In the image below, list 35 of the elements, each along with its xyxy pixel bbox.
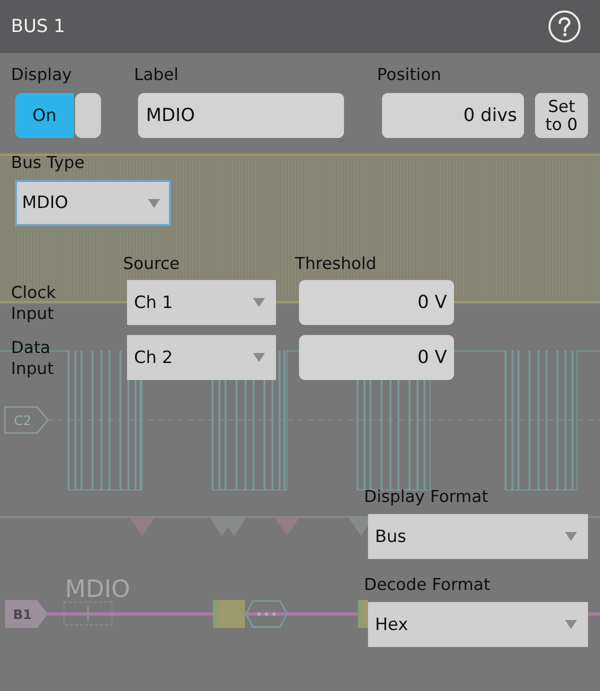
field-label: Position bbox=[377, 65, 442, 85]
display-format-dropdown[interactable]: Bus bbox=[368, 514, 588, 559]
field-label: Decode Format bbox=[364, 575, 490, 595]
source-dropdown[interactable]: Ch 1 bbox=[127, 280, 276, 325]
position-field[interactable]: 0 divs bbox=[382, 93, 524, 138]
source-dropdown[interactable]: Ch 2 bbox=[127, 335, 276, 380]
threshold-field[interactable]: 0 V bbox=[299, 280, 454, 325]
row-label: Clock Input bbox=[11, 282, 57, 324]
field-label: Bus Type bbox=[11, 153, 85, 173]
marker-icon bbox=[275, 518, 299, 536]
row-label: Data Input bbox=[11, 336, 55, 378]
column-header: Source bbox=[123, 254, 181, 274]
decode-format-dropdown[interactable]: Hex bbox=[368, 602, 588, 647]
threshold-field[interactable]: 0 V bbox=[299, 335, 454, 380]
bus-type-dropdown[interactable]: MDIO bbox=[15, 180, 171, 226]
decoded-packet bbox=[213, 600, 245, 628]
packet-ellipsis-icon bbox=[245, 600, 288, 628]
set-to-zero-button[interactable]: Set to 0 bbox=[535, 93, 588, 138]
field-label: Display Format bbox=[364, 487, 488, 507]
caret-icon bbox=[253, 298, 265, 307]
caret-icon bbox=[148, 198, 160, 208]
dialog-title: BUS 1 bbox=[11, 16, 66, 38]
caret-icon bbox=[565, 620, 577, 629]
label-field[interactable]: MDIO bbox=[138, 93, 344, 138]
decoded-packet bbox=[358, 600, 368, 628]
help-icon[interactable] bbox=[548, 10, 581, 43]
plus-box-icon bbox=[63, 601, 113, 626]
field-label: Label bbox=[134, 65, 179, 85]
marker-icon bbox=[130, 518, 154, 536]
toggle-knob-icon bbox=[75, 93, 101, 138]
caret-icon bbox=[565, 532, 577, 541]
column-header: Threshold bbox=[295, 254, 378, 274]
caret-icon bbox=[253, 353, 265, 362]
field-label: Display bbox=[11, 65, 72, 85]
bus-badge: B1 bbox=[5, 600, 48, 628]
